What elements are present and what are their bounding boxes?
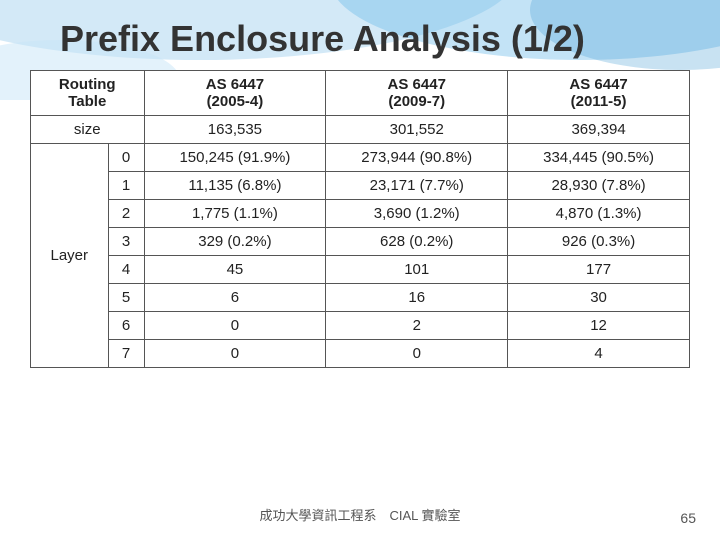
page-number: 65 xyxy=(680,510,696,526)
layer-3-col2: 628 (0.2%) xyxy=(326,228,508,256)
layer-1-col3: 28,930 (7.8%) xyxy=(508,172,690,200)
table-header-row: RoutingTable AS 6447(2005-4) AS 6447(200… xyxy=(31,71,690,116)
col-as6447-2009: AS 6447(2009-7) xyxy=(326,71,508,116)
table-row: 6 0 2 12 xyxy=(31,312,690,340)
layer-5-col3: 30 xyxy=(508,284,690,312)
size-col2: 301,552 xyxy=(326,116,508,144)
layer-6-col2: 2 xyxy=(326,312,508,340)
col-as6447-2005: AS 6447(2005-4) xyxy=(144,71,326,116)
layer-index-2: 2 xyxy=(108,200,144,228)
layer-2-col2: 3,690 (1.2%) xyxy=(326,200,508,228)
layer-4-col1: 45 xyxy=(144,256,326,284)
layer-7-col1: 0 xyxy=(144,340,326,368)
size-label: size xyxy=(31,116,145,144)
layer-index-3: 3 xyxy=(108,228,144,256)
size-row: size 163,535 301,552 369,394 xyxy=(31,116,690,144)
layer-label-cell: Layer xyxy=(31,144,109,368)
layer-4-col3: 177 xyxy=(508,256,690,284)
routing-table-label: RoutingTable xyxy=(59,76,116,110)
table-row: 1 11,135 (6.8%) 23,171 (7.7%) 28,930 (7.… xyxy=(31,172,690,200)
table-row: Layer 0 150,245 (91.9%) 273,944 (90.8%) … xyxy=(31,144,690,172)
layer-7-col2: 0 xyxy=(326,340,508,368)
table-row: 7 0 0 4 xyxy=(31,340,690,368)
table-row: 5 6 16 30 xyxy=(31,284,690,312)
data-table: RoutingTable AS 6447(2005-4) AS 6447(200… xyxy=(30,70,690,368)
layer-index-0: 0 xyxy=(108,144,144,172)
layer-7-col3: 4 xyxy=(508,340,690,368)
page-title: Prefix Enclosure Analysis (1/2) xyxy=(0,0,720,70)
content-area: RoutingTable AS 6447(2005-4) AS 6447(200… xyxy=(0,70,720,378)
layer-0-col1: 150,245 (91.9%) xyxy=(144,144,326,172)
col-routing-table: RoutingTable xyxy=(31,71,145,116)
layer-6-col3: 12 xyxy=(508,312,690,340)
layer-5-col2: 16 xyxy=(326,284,508,312)
layer-1-col1: 11,135 (6.8%) xyxy=(144,172,326,200)
col-as6447-2011: AS 6447(2011-5) xyxy=(508,71,690,116)
size-col3: 369,394 xyxy=(508,116,690,144)
layer-index-6: 6 xyxy=(108,312,144,340)
layer-1-col2: 23,171 (7.7%) xyxy=(326,172,508,200)
table-row: 4 45 101 177 xyxy=(31,256,690,284)
layer-index-4: 4 xyxy=(108,256,144,284)
layer-0-col3: 334,445 (90.5%) xyxy=(508,144,690,172)
layer-2-col1: 1,775 (1.1%) xyxy=(144,200,326,228)
layer-4-col2: 101 xyxy=(326,256,508,284)
layer-5-col1: 6 xyxy=(144,284,326,312)
layer-2-col3: 4,870 (1.3%) xyxy=(508,200,690,228)
layer-index-7: 7 xyxy=(108,340,144,368)
layer-index-5: 5 xyxy=(108,284,144,312)
table-row: 2 1,775 (1.1%) 3,690 (1.2%) 4,870 (1.3%) xyxy=(31,200,690,228)
layer-6-col1: 0 xyxy=(144,312,326,340)
layer-3-col3: 926 (0.3%) xyxy=(508,228,690,256)
table-row: 3 329 (0.2%) 628 (0.2%) 926 (0.3%) xyxy=(31,228,690,256)
layer-0-col2: 273,944 (90.8%) xyxy=(326,144,508,172)
size-col1: 163,535 xyxy=(144,116,326,144)
layer-index-1: 1 xyxy=(108,172,144,200)
layer-3-col1: 329 (0.2%) xyxy=(144,228,326,256)
footer-text: 成功大學資訊工程系 CIAL 實驗室 xyxy=(259,505,460,524)
